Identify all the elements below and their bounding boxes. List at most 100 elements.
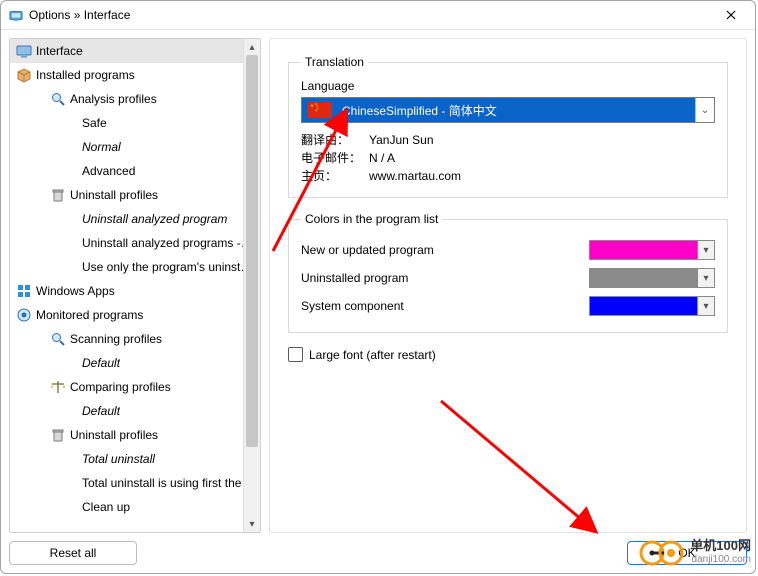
tree-node-advanced[interactable]: Advanced [10, 159, 260, 183]
app-icon [9, 8, 23, 22]
titlebar: Options » Interface [1, 1, 755, 30]
color-label-uninstalled: Uninstalled program [301, 271, 589, 285]
tree-node-scanning-profiles[interactable]: Scanning profiles [10, 327, 260, 351]
tree-label: Clean up [82, 500, 130, 514]
flag-china-icon [308, 102, 332, 118]
tree-node-analysis-profiles[interactable]: Analysis profiles [10, 87, 260, 111]
close-icon [726, 10, 736, 20]
tree-node-windows-apps[interactable]: Windows Apps [10, 279, 260, 303]
chevron-down-icon: ▾ [697, 297, 714, 315]
tree-label: Comparing profiles [70, 380, 171, 394]
options-window: Options » Interface Interface [0, 0, 756, 574]
credit-by-label: 翻译由： [301, 131, 369, 149]
monitor2-icon [16, 307, 32, 323]
watermark-logo: 单机100网 danji100.com [638, 539, 751, 567]
tree-node-total-uninstall[interactable]: Total uninstall [10, 447, 260, 471]
tree-label: Default [82, 356, 120, 370]
tree-scrollbar[interactable]: ▴ ▾ [243, 39, 260, 532]
large-font-checkbox[interactable]: Large font (after restart) [288, 347, 728, 362]
tree-label: Total uninstall [82, 452, 155, 466]
sidebar: Interface Installed programs Analysis pr… [9, 38, 261, 565]
tree-node-uaps[interactable]: Uninstall analyzed programs - ... [10, 231, 260, 255]
tree-node-interface[interactable]: Interface [10, 39, 260, 63]
tree-label: Uninstall profiles [70, 428, 158, 442]
tree-node-mon-uninstall-profiles[interactable]: Uninstall profiles [10, 423, 260, 447]
tree-node-uninstall-profiles[interactable]: Uninstall profiles [10, 183, 260, 207]
language-selected: ChineseSimplified - 简体中文 [338, 102, 695, 119]
tree-label: Uninstall profiles [70, 188, 158, 202]
box-icon [16, 67, 32, 83]
window-title: Options » Interface [29, 8, 130, 22]
reset-all-button[interactable]: Reset all [9, 541, 137, 565]
tree-node-clean-up[interactable]: Clean up [10, 495, 260, 519]
language-label: Language [301, 79, 715, 93]
tree-label: Installed programs [36, 68, 135, 82]
colors-legend: Colors in the program list [301, 212, 442, 226]
credit-email-label: 电子邮件： [301, 149, 369, 167]
translation-credits: 翻译由： YanJun Sun 电子邮件： N / A 主页： www.mart… [301, 131, 715, 185]
tree-node-total-uninstall-first[interactable]: Total uninstall is using first the ... [10, 471, 260, 495]
tree-label: Uninstall analyzed programs - ... [82, 236, 254, 250]
tree-node-scan-default[interactable]: Default [10, 351, 260, 375]
windows-icon [16, 283, 32, 299]
tree-node-useonly[interactable]: Use only the program's uninsta... [10, 255, 260, 279]
scroll-thumb[interactable] [246, 55, 258, 447]
large-font-label: Large font (after restart) [309, 348, 436, 362]
translation-legend: Translation [301, 55, 368, 69]
nav-tree: Interface Installed programs Analysis pr… [9, 38, 261, 533]
watermark-icon [638, 539, 684, 567]
watermark-line2: danji100.com [690, 553, 751, 567]
credit-by-value: YanJun Sun [369, 131, 434, 149]
tree-node-installed-programs[interactable]: Installed programs [10, 63, 260, 87]
trash-icon [50, 187, 66, 203]
tree-label: Use only the program's uninsta... [82, 260, 254, 274]
color-swatch-new [590, 241, 697, 259]
credit-home-label: 主页： [301, 167, 369, 185]
colors-group: Colors in the program list New or update… [288, 212, 728, 333]
color-row-uninstalled: Uninstalled program ▾ [301, 264, 715, 292]
balance-icon [50, 379, 66, 395]
watermark-line1: 单机100网 [690, 539, 751, 553]
color-swatch-uninstalled [590, 269, 697, 287]
checkbox-box [288, 347, 303, 362]
chevron-down-icon: ▾ [697, 241, 714, 259]
tree-label: Total uninstall is using first the ... [82, 476, 254, 490]
tree-node-safe[interactable]: Safe [10, 111, 260, 135]
color-picker-system[interactable]: ▾ [589, 296, 715, 316]
tree-label: Analysis profiles [70, 92, 157, 106]
tree-label: Scanning profiles [70, 332, 162, 346]
tree-label: Uninstall analyzed program [82, 212, 227, 226]
color-picker-new[interactable]: ▾ [589, 240, 715, 260]
tree-label: Monitored programs [36, 308, 143, 322]
language-dropdown[interactable]: ChineseSimplified - 简体中文 ⌄ [301, 97, 715, 123]
tree-label: Interface [36, 44, 83, 58]
tree-node-comparing-profiles[interactable]: Comparing profiles [10, 375, 260, 399]
color-row-new: New or updated program ▾ [301, 236, 715, 264]
scroll-up-icon[interactable]: ▴ [244, 39, 260, 55]
tree-label: Advanced [82, 164, 135, 178]
tree-label: Windows Apps [36, 284, 115, 298]
close-button[interactable] [711, 3, 751, 27]
magnifier-icon [50, 331, 66, 347]
credit-email-value: N / A [369, 149, 395, 167]
tree-node-monitored-programs[interactable]: Monitored programs [10, 303, 260, 327]
tree-node-uap[interactable]: Uninstall analyzed program [10, 207, 260, 231]
chevron-down-icon: ⌄ [695, 98, 714, 122]
color-picker-uninstalled[interactable]: ▾ [589, 268, 715, 288]
tree-node-comp-default[interactable]: Default [10, 399, 260, 423]
chevron-down-icon: ▾ [697, 269, 714, 287]
scroll-down-icon[interactable]: ▾ [244, 516, 260, 532]
color-swatch-system [590, 297, 697, 315]
translation-group: Translation Language [288, 55, 728, 198]
tree-node-normal[interactable]: Normal [10, 135, 260, 159]
color-label-new: New or updated program [301, 243, 589, 257]
credit-home-value: www.martau.com [369, 167, 461, 185]
scroll-track[interactable] [244, 55, 260, 516]
settings-panel: Translation Language [269, 38, 747, 565]
trash-icon [50, 427, 66, 443]
tree-label: Safe [82, 116, 107, 130]
tree-label: Normal [82, 140, 121, 154]
tree-label: Default [82, 404, 120, 418]
color-row-system: System component ▾ [301, 292, 715, 320]
monitor-icon [16, 43, 32, 59]
